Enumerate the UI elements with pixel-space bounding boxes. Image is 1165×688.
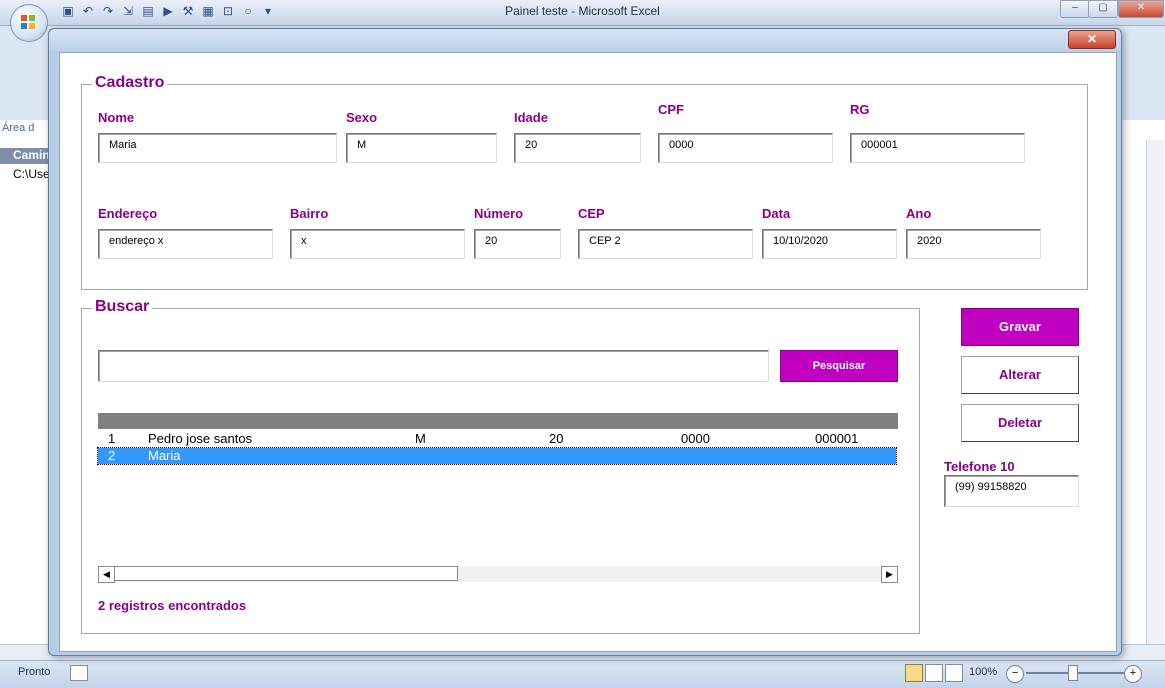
macro-record-icon[interactable]	[70, 665, 88, 681]
zoom-level[interactable]: 100%	[969, 666, 997, 678]
scroll-thumb[interactable]	[114, 566, 458, 581]
save-icon[interactable]: ▣	[60, 3, 76, 19]
sexo-field[interactable]: M	[346, 133, 497, 163]
lock-icon[interactable]: ⊡	[220, 3, 236, 19]
path-cell[interactable]: C:\Use	[13, 167, 50, 181]
circle-icon[interactable]: ○	[240, 3, 256, 19]
alterar-button[interactable]: Alterar	[961, 356, 1079, 394]
dialog-close-button[interactable]: ✕	[1068, 30, 1116, 49]
row-nome: Maria	[148, 448, 181, 463]
data-field[interactable]: 10/10/2020	[762, 229, 897, 259]
minimize-button[interactable]: –	[1060, 0, 1090, 18]
excel-sheet-left: Área d Camin C:\Use	[0, 120, 51, 650]
form-icon[interactable]: ▤	[140, 3, 156, 19]
telefone-label: Telefone 10	[944, 459, 1015, 474]
macro-icon[interactable]: ▶	[160, 3, 176, 19]
nome-field[interactable]: Maria	[98, 133, 337, 163]
sexo-label: Sexo	[346, 110, 378, 125]
scroll-left-icon[interactable]: ◀	[98, 566, 115, 583]
cep-field[interactable]: CEP 2	[578, 229, 753, 259]
page-break-view-icon[interactable]	[945, 664, 963, 682]
deletar-button[interactable]: Deletar	[961, 404, 1079, 442]
endereco-label: Endereço	[98, 206, 158, 221]
ano-field[interactable]: 2020	[906, 229, 1041, 259]
status-text: Pronto	[18, 666, 51, 678]
idade-field[interactable]: 20	[514, 133, 641, 163]
search-input[interactable]	[98, 350, 769, 382]
search-button[interactable]: Pesquisar	[780, 350, 898, 382]
row-idade: 20	[549, 431, 564, 446]
result-count: 2 registros encontrados	[98, 598, 247, 613]
ribbon-group-label: Área d	[2, 122, 35, 134]
view-buttons	[905, 664, 963, 682]
rg-field[interactable]: 000001	[850, 133, 1025, 163]
results-list-header	[98, 413, 898, 429]
row-sexo: M	[415, 431, 426, 446]
bairro-field[interactable]: x	[290, 229, 465, 259]
insert-icon[interactable]: ⇲	[120, 3, 136, 19]
quick-access-toolbar: ▣ ↶ ↷ ⇲ ▤ ▶ ⚒ ▦ ⊡ ○ ▾	[60, 3, 276, 21]
zoom-out-icon[interactable]: −	[1006, 665, 1024, 683]
row-cpf: 0000	[681, 431, 710, 446]
excel-vertical-scrollbar[interactable]	[1146, 140, 1164, 650]
nome-label: Nome	[98, 110, 135, 125]
cadastro-frame	[81, 84, 1088, 290]
row-rg: 000001	[815, 431, 859, 446]
customize-toolbar-icon[interactable]: ▾	[260, 3, 276, 19]
list-item[interactable]: 1 Pedro jose santos M 20 0000 000001	[98, 431, 898, 447]
buscar-legend: Buscar	[92, 298, 153, 316]
endereco-field[interactable]: endereço x	[98, 229, 273, 259]
results-horizontal-scrollbar[interactable]: ◀ ▶	[98, 566, 898, 583]
row-id: 2	[108, 448, 116, 463]
ano-label: Ano	[906, 206, 932, 221]
data-label: Data	[762, 206, 791, 221]
status-bar: Pronto 100% − +	[0, 660, 1165, 688]
cep-label: CEP	[578, 206, 605, 221]
dialog-body: Cadastro Nome Maria Sexo M Idade 20 CPF …	[59, 52, 1117, 652]
chart-icon[interactable]: ▦	[200, 3, 216, 19]
list-item-selected[interactable]: 2 Maria	[97, 447, 897, 465]
title-bar: Painel teste - Microsoft Excel ▣ ↶ ↷ ⇲ ▤…	[0, 0, 1165, 26]
rg-label: RG	[850, 102, 870, 117]
row-nome: Pedro jose santos	[148, 431, 253, 446]
gravar-button[interactable]: Gravar	[961, 308, 1079, 346]
close-button[interactable]: ✕	[1118, 0, 1164, 18]
tools-icon[interactable]: ⚒	[180, 3, 196, 19]
undo-icon[interactable]: ↶	[80, 3, 96, 19]
cpf-field[interactable]: 0000	[658, 133, 833, 163]
cadastro-legend: Cadastro	[92, 74, 168, 92]
office-logo-icon	[21, 15, 35, 29]
numero-field[interactable]: 20	[474, 229, 561, 259]
cadastro-dialog: ✕ Cadastro Nome Maria Sexo M Idade 20 CP…	[48, 28, 1122, 656]
numero-label: Número	[474, 206, 524, 221]
dialog-title-bar	[49, 29, 1121, 51]
page-layout-view-icon[interactable]	[925, 664, 943, 682]
name-column-header: Camin	[0, 148, 50, 164]
bairro-label: Bairro	[290, 206, 329, 221]
normal-view-icon[interactable]	[905, 664, 923, 682]
telefone-field[interactable]: (99) 99158820	[944, 475, 1079, 507]
row-id: 1	[108, 431, 116, 446]
idade-label: Idade	[514, 110, 548, 125]
office-button[interactable]	[10, 4, 48, 42]
zoom-slider-thumb[interactable]	[1068, 665, 1078, 681]
redo-icon[interactable]: ↷	[100, 3, 116, 19]
cpf-label: CPF	[658, 102, 684, 117]
zoom-in-icon[interactable]: +	[1124, 665, 1142, 683]
scroll-right-icon[interactable]: ▶	[881, 566, 898, 583]
maximize-button[interactable]: ▢	[1088, 0, 1118, 18]
